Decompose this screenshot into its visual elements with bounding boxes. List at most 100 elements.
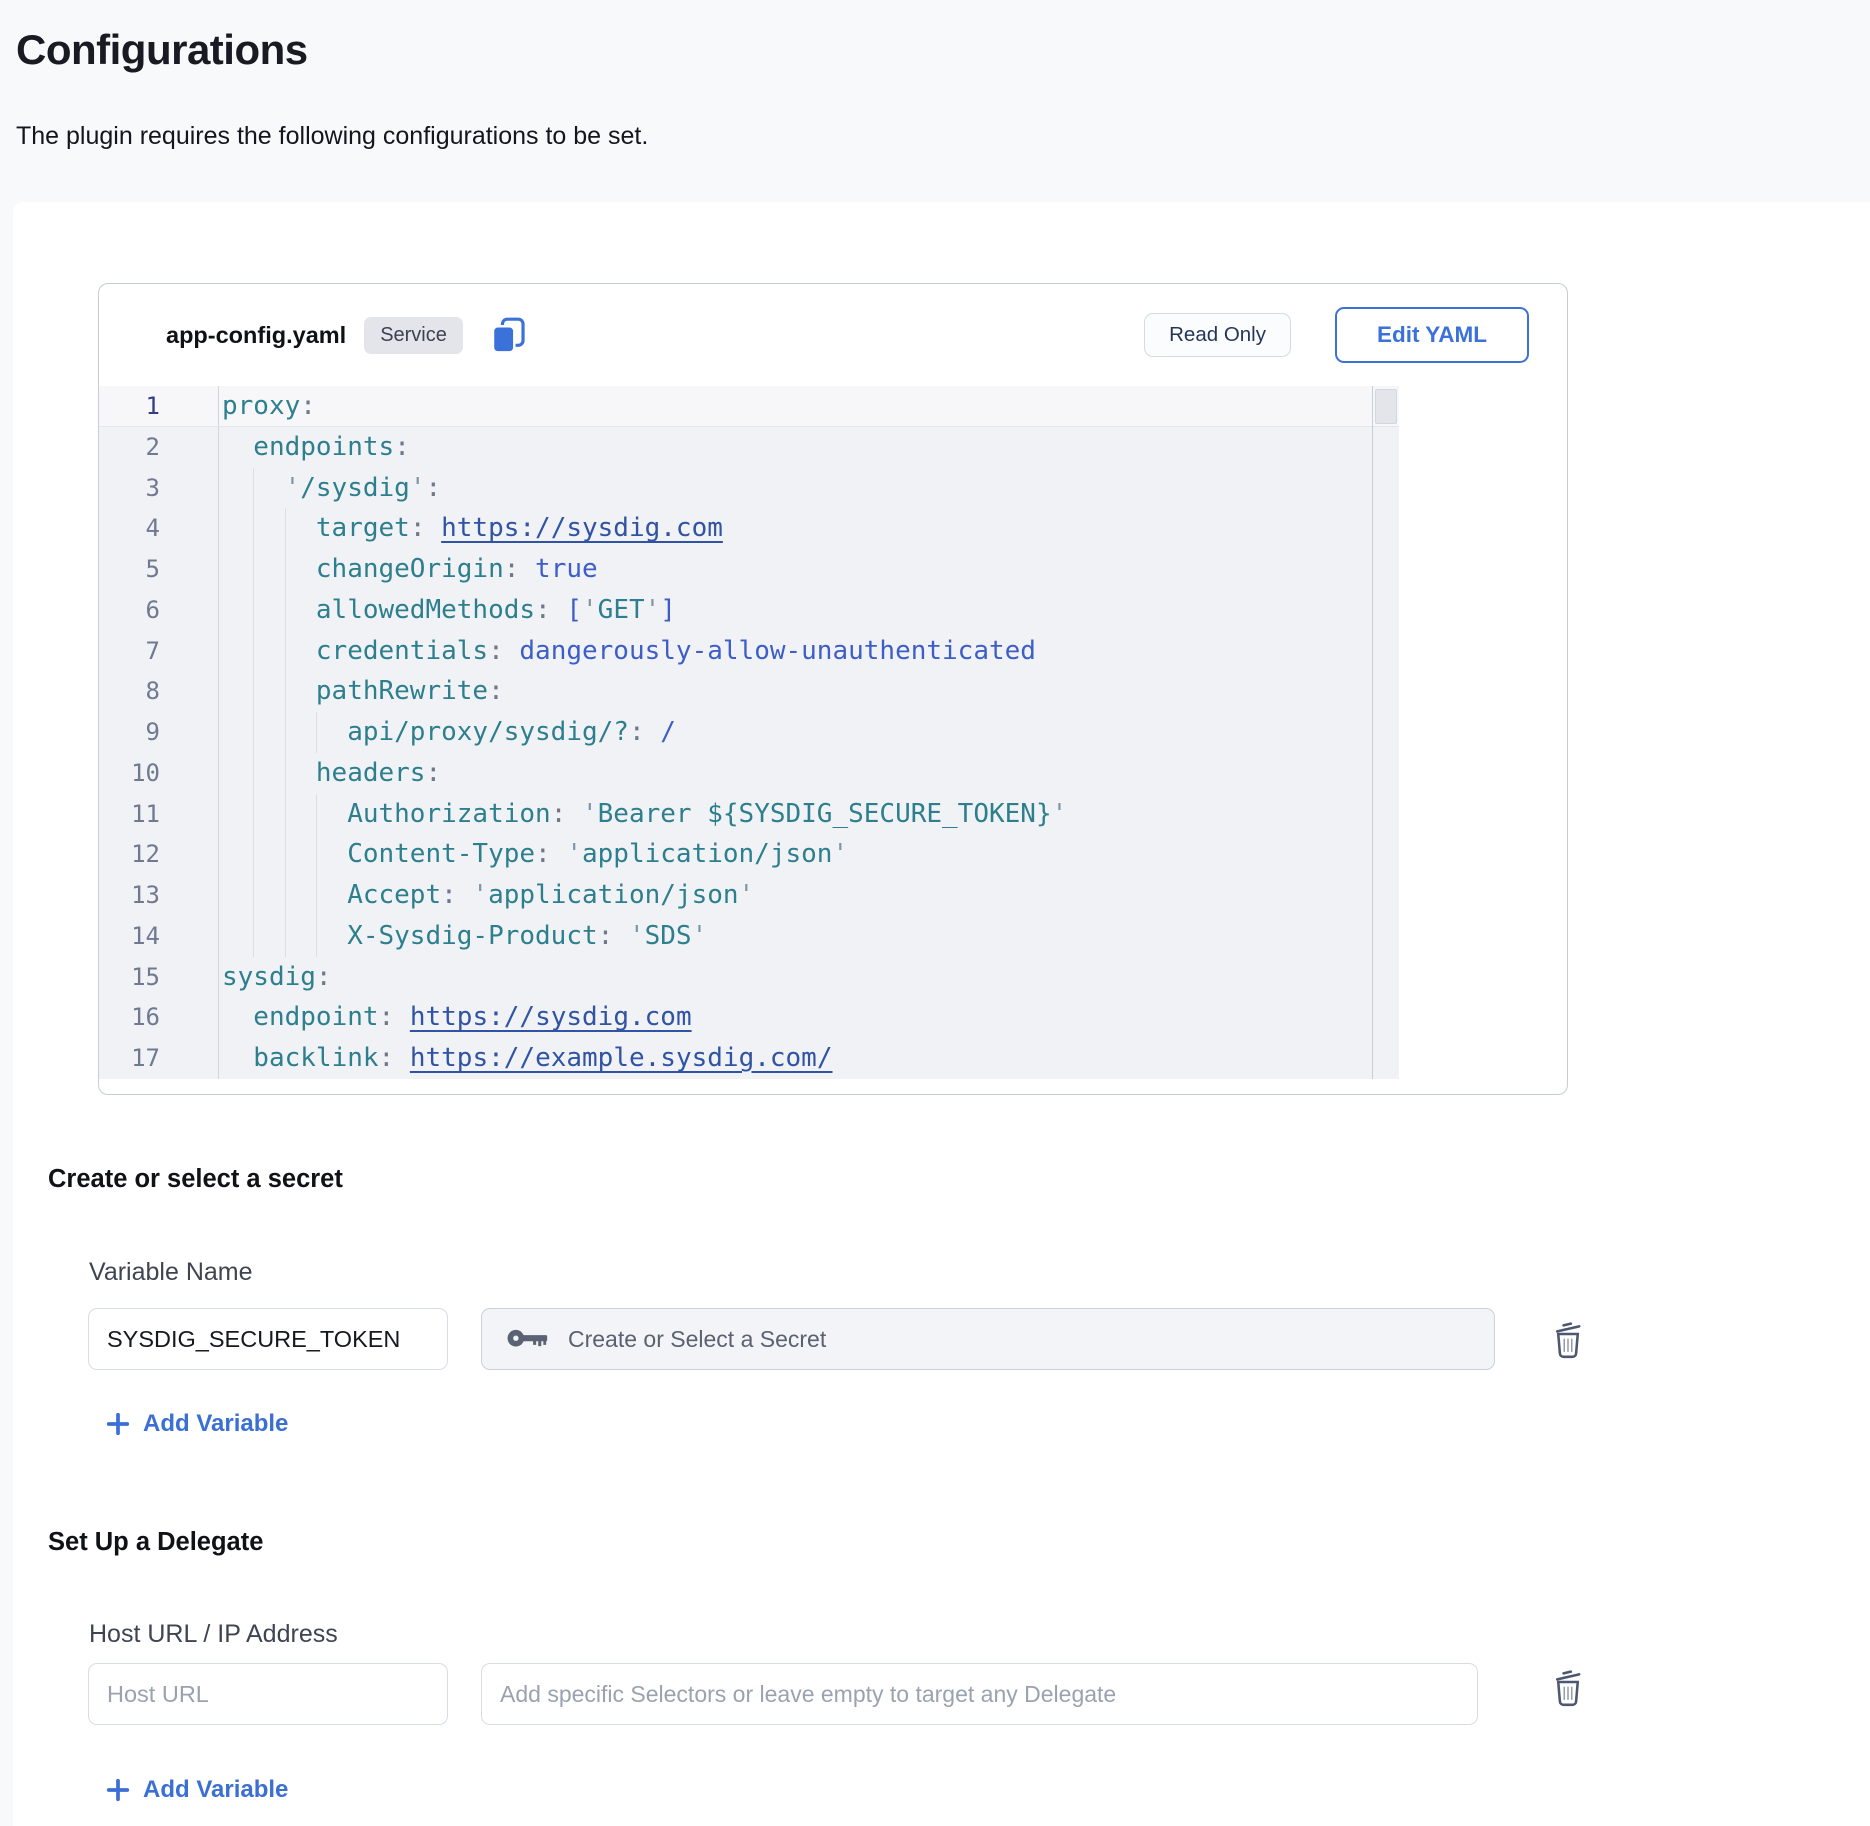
code-editor[interactable]: 1proxy:2endpoints:3'/sysdig':4target: ht… <box>99 386 1399 1079</box>
code-line-14[interactable]: 14X-Sysdig-Product: 'SDS' <box>99 916 1399 957</box>
variable-name-input[interactable] <box>88 1308 448 1370</box>
code-line-content: credentials: dangerously-allow-unauthent… <box>218 631 1036 672</box>
code-token: ' <box>472 875 488 916</box>
code-token: pathRewrite <box>316 671 488 712</box>
indent-guide <box>222 549 253 590</box>
edit-yaml-button[interactable]: Edit YAML <box>1335 307 1529 363</box>
indent-guide <box>285 916 316 957</box>
code-link[interactable]: https://sysdig.com <box>441 508 723 549</box>
line-number: 12 <box>99 834 218 875</box>
code-token: ' <box>692 916 708 957</box>
code-token: ' <box>645 590 661 631</box>
indent-guide <box>222 508 253 549</box>
indent-guide <box>316 712 347 753</box>
code-line-content: X-Sysdig-Product: 'SDS' <box>218 916 707 957</box>
indent-guide <box>253 753 284 794</box>
add-variable-button-delegate[interactable]: Add Variable <box>106 1776 288 1804</box>
code-line-content: Authorization: 'Bearer ${SYSDIG_SECURE_T… <box>218 794 1067 835</box>
code-token: ' <box>582 794 598 835</box>
code-line-content: endpoints: <box>218 427 410 468</box>
line-number: 9 <box>99 712 218 753</box>
code-line-3[interactable]: 3'/sysdig': <box>99 468 1399 509</box>
code-line-content: api/proxy/sysdig/?: / <box>218 712 676 753</box>
code-token: : <box>598 916 629 957</box>
code-line-content: pathRewrite: <box>218 671 504 712</box>
code-token: true <box>535 549 598 590</box>
indent-guide <box>316 916 347 957</box>
indent-guide <box>285 508 316 549</box>
code-token: : <box>535 590 566 631</box>
code-link[interactable]: https://sysdig.com <box>410 997 692 1038</box>
code-line-content: Content-Type: 'application/json' <box>218 834 848 875</box>
copy-button[interactable] <box>489 316 527 354</box>
code-line-7[interactable]: 7credentials: dangerously-allow-unauthen… <box>99 631 1399 672</box>
code-line-15[interactable]: 15sysdig: <box>99 957 1399 998</box>
code-token: : <box>379 1038 410 1079</box>
code-line-6[interactable]: 6allowedMethods: ['GET'] <box>99 590 1399 631</box>
delegate-selectors-input[interactable] <box>481 1663 1478 1725</box>
code-token: : <box>316 957 332 998</box>
indent-guide <box>285 549 316 590</box>
host-url-input[interactable] <box>88 1663 448 1725</box>
delete-variable-button[interactable] <box>1546 1318 1590 1362</box>
code-token: Bearer ${SYSDIG_SECURE_TOKEN} <box>598 794 1052 835</box>
content-panel: app-config.yaml Service Read Only Edit Y… <box>13 202 1870 1826</box>
code-line-2[interactable]: 2endpoints: <box>99 427 1399 468</box>
line-number: 8 <box>99 671 218 712</box>
code-line-content: Accept: 'application/json' <box>218 875 754 916</box>
line-number: 11 <box>99 794 218 835</box>
code-token: : <box>504 549 535 590</box>
indent-guide <box>285 631 316 672</box>
configurations-page: Configurations The plugin requires the f… <box>0 0 1870 1826</box>
code-token: : <box>425 753 441 794</box>
secret-select[interactable]: Create or Select a Secret <box>481 1308 1495 1370</box>
code-token: Authorization <box>347 794 551 835</box>
indent-guide <box>285 590 316 631</box>
code-token: : <box>379 997 410 1038</box>
code-line-9[interactable]: 9api/proxy/sysdig/?: / <box>99 712 1399 753</box>
code-line-16[interactable]: 16endpoint: https://sysdig.com <box>99 997 1399 1038</box>
yaml-editor-header: app-config.yaml Service Read Only Edit Y… <box>99 284 1567 386</box>
indent-guide <box>253 468 284 509</box>
delete-delegate-button[interactable] <box>1546 1666 1590 1710</box>
code-line-17[interactable]: 17backlink: https://example.sysdig.com/ <box>99 1038 1399 1079</box>
line-number: 3 <box>99 468 218 509</box>
indent-guide <box>253 508 284 549</box>
code-line-5[interactable]: 5changeOrigin: true <box>99 549 1399 590</box>
code-token: X-Sysdig-Product <box>347 916 597 957</box>
code-line-4[interactable]: 4target: https://sysdig.com <box>99 508 1399 549</box>
code-token: ' <box>566 834 582 875</box>
code-line-10[interactable]: 10headers: <box>99 753 1399 794</box>
indent-guide <box>253 875 284 916</box>
code-token: / <box>660 712 676 753</box>
indent-guide <box>285 712 316 753</box>
add-variable-button-secret[interactable]: Add Variable <box>106 1410 288 1438</box>
code-link[interactable]: https://example.sysdig.com/ <box>410 1038 833 1079</box>
code-token: SDS <box>645 916 692 957</box>
read-only-button[interactable]: Read Only <box>1144 313 1291 357</box>
code-token: [ <box>566 590 582 631</box>
code-line-12[interactable]: 12Content-Type: 'application/json' <box>99 834 1399 875</box>
code-line-11[interactable]: 11Authorization: 'Bearer ${SYSDIG_SECURE… <box>99 794 1399 835</box>
indent-guide <box>222 1038 253 1079</box>
add-variable-label: Add Variable <box>143 1776 288 1804</box>
indent-guide <box>316 875 347 916</box>
line-number: 15 <box>99 957 218 998</box>
code-token: ' <box>582 590 598 631</box>
code-scrollbar-thumb[interactable] <box>1375 389 1397 424</box>
plus-icon <box>106 1412 130 1436</box>
code-token: ' <box>285 468 301 509</box>
line-number: 7 <box>99 631 218 672</box>
code-line-content: target: https://sysdig.com <box>218 508 723 549</box>
code-line-8[interactable]: 8pathRewrite: <box>99 671 1399 712</box>
code-token: ' <box>832 834 848 875</box>
code-token: ' <box>410 468 426 509</box>
indent-guide <box>316 834 347 875</box>
code-token: : <box>488 631 519 672</box>
add-variable-label: Add Variable <box>143 1410 288 1438</box>
code-line-13[interactable]: 13Accept: 'application/json' <box>99 875 1399 916</box>
code-token: credentials <box>316 631 488 672</box>
code-scrollbar[interactable] <box>1372 386 1399 1079</box>
code-token: headers <box>316 753 426 794</box>
code-line-1[interactable]: 1proxy: <box>99 386 1399 427</box>
